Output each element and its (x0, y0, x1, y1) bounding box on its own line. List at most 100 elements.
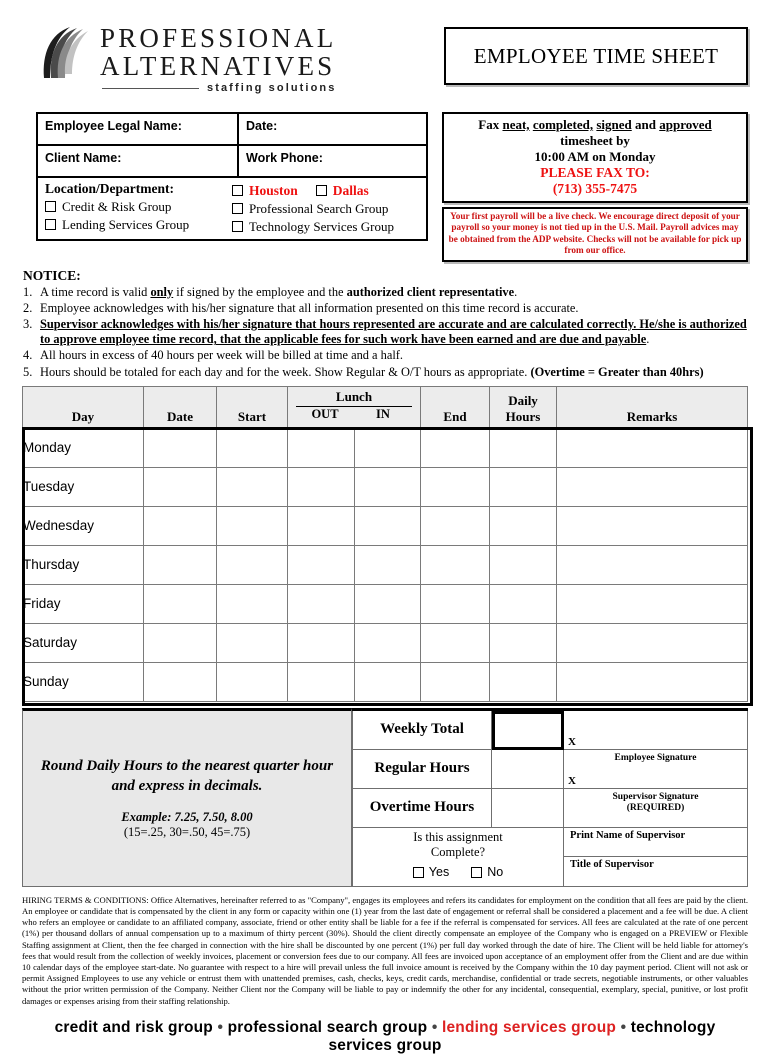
checkbox-dallas[interactable]: Dallas (315, 182, 369, 199)
row-lunch-in-input[interactable] (353, 661, 421, 702)
row-start-input[interactable] (216, 661, 288, 702)
row-start-input[interactable] (216, 427, 288, 468)
row-date-input[interactable] (143, 622, 217, 663)
row-remarks-input[interactable] (556, 622, 748, 663)
row-date-input[interactable] (143, 583, 217, 624)
row-end-input[interactable] (420, 583, 490, 624)
logo-divider-rule (102, 87, 199, 89)
row-end-input[interactable] (420, 466, 490, 507)
table-row: Friday (22, 583, 748, 624)
notice-item-number: 3. (23, 317, 33, 332)
client-name-label: Client Name: (45, 151, 122, 165)
checkbox-icon[interactable] (232, 185, 243, 196)
row-start-input[interactable] (216, 466, 288, 507)
checkbox-icon[interactable] (232, 221, 243, 232)
row-remarks-input[interactable] (556, 583, 748, 624)
row-date-input[interactable] (143, 661, 217, 702)
checkbox-houston[interactable]: Houston (232, 182, 298, 199)
row-day-label: Tuesday (22, 466, 144, 507)
checkbox-technology-services-group[interactable]: Technology Services Group (232, 218, 419, 235)
row-daily-hours-input[interactable] (489, 466, 557, 507)
row-date-input[interactable] (143, 544, 217, 585)
row-lunch-out-input[interactable] (287, 544, 355, 585)
checkbox-icon[interactable] (471, 866, 483, 878)
row-lunch-in-input[interactable] (353, 466, 421, 507)
regular-hours-input[interactable] (492, 749, 564, 789)
row-start-input[interactable] (216, 544, 288, 585)
row-day-label: Friday (22, 583, 144, 624)
supervisor-signature-caption-line-1: Supervisor Signature (612, 791, 699, 802)
regular-hours-label: Regular Hours (352, 749, 492, 789)
column-header-date: Date (143, 385, 217, 429)
checkbox-icon[interactable] (315, 185, 327, 196)
company-logo: PROFESSIONAL ALTERNATIVES staffing solut… (22, 22, 436, 94)
row-daily-hours-input[interactable] (489, 505, 557, 546)
row-start-input[interactable] (216, 505, 288, 546)
row-lunch-in-input[interactable] (353, 427, 421, 468)
row-date-input[interactable] (143, 505, 217, 546)
row-end-input[interactable] (420, 622, 490, 663)
row-lunch-in-input[interactable] (353, 622, 421, 663)
row-start-input[interactable] (216, 622, 288, 663)
lunch-label: Lunch (335, 388, 373, 404)
checkbox-credit-risk-group[interactable]: Credit & Risk Group (45, 198, 232, 215)
table-row: Thursday (22, 544, 748, 585)
row-lunch-out-input[interactable] (287, 622, 355, 663)
row-date-input[interactable] (143, 466, 217, 507)
title-of-supervisor-field[interactable]: Title of Supervisor (564, 857, 748, 887)
checkbox-professional-search-group[interactable]: Professional Search Group (232, 200, 419, 217)
row-remarks-input[interactable] (556, 466, 748, 507)
checkbox-icon[interactable] (232, 203, 243, 214)
rounding-line-2: and express in decimals. (111, 778, 263, 795)
row-end-input[interactable] (420, 427, 490, 468)
daily-hours-line-2: Hours (505, 408, 541, 424)
footer-separator: • (620, 1018, 627, 1036)
fax-word-and: and (631, 117, 660, 132)
row-remarks-input[interactable] (556, 427, 748, 468)
row-end-input[interactable] (420, 544, 490, 585)
row-remarks-input[interactable] (556, 661, 748, 702)
row-remarks-input[interactable] (556, 544, 748, 585)
row-lunch-out-input[interactable] (287, 583, 355, 624)
fax-instruction-line-2: timesheet by (560, 133, 630, 148)
checkbox-icon[interactable] (412, 866, 424, 878)
notice-item-text: Hours should be totaled for each day and… (40, 364, 704, 379)
overtime-hours-input[interactable] (492, 788, 564, 828)
row-remarks-input[interactable] (556, 505, 748, 546)
notice-item: 2. Employee acknowledges with his/her sig… (23, 301, 748, 316)
row-start-input[interactable] (216, 583, 288, 624)
employee-legal-name-label: Employee Legal Name: (45, 119, 182, 133)
row-daily-hours-input[interactable] (489, 622, 557, 663)
row-lunch-out-input[interactable] (287, 505, 355, 546)
print-name-of-supervisor-field[interactable]: Print Name of Supervisor (564, 827, 748, 858)
client-name-field[interactable]: Client Name: (38, 146, 239, 176)
row-daily-hours-input[interactable] (489, 544, 557, 585)
title-of-supervisor-label: Title of Supervisor (570, 859, 654, 871)
rounding-example: Example: 7.25, 7.50, 8.00 (121, 810, 253, 825)
work-phone-field[interactable]: Work Phone: (239, 146, 426, 176)
row-daily-hours-input[interactable] (489, 583, 557, 624)
row-lunch-in-input[interactable] (353, 505, 421, 546)
checkbox-assignment-no[interactable]: No (471, 865, 503, 880)
checkbox-lending-services-group[interactable]: Lending Services Group (45, 216, 232, 233)
row-date-input[interactable] (143, 427, 217, 468)
checkbox-icon[interactable] (45, 201, 56, 212)
row-lunch-out-input[interactable] (287, 427, 355, 468)
checkbox-assignment-yes[interactable]: Yes (412, 865, 449, 880)
row-lunch-in-input[interactable] (353, 544, 421, 585)
supervisor-signature-caption-cell[interactable]: Supervisor Signature (REQUIRED) (564, 788, 748, 828)
row-lunch-in-input[interactable] (353, 583, 421, 624)
row-lunch-out-input[interactable] (287, 466, 355, 507)
weekly-total-input[interactable] (492, 710, 564, 750)
brand-line-1: PROFESSIONAL (100, 23, 337, 53)
checkbox-icon[interactable] (45, 219, 56, 230)
employee-signature-caption-cell[interactable]: Employee Signature X (564, 749, 748, 789)
row-daily-hours-input[interactable] (489, 427, 557, 468)
employee-legal-name-field[interactable]: Employee Legal Name: (38, 114, 239, 144)
date-field[interactable]: Date: (239, 114, 426, 144)
employee-signature-field[interactable]: X (564, 710, 748, 750)
row-lunch-out-input[interactable] (287, 661, 355, 702)
row-end-input[interactable] (420, 661, 490, 702)
row-daily-hours-input[interactable] (489, 661, 557, 702)
row-end-input[interactable] (420, 505, 490, 546)
